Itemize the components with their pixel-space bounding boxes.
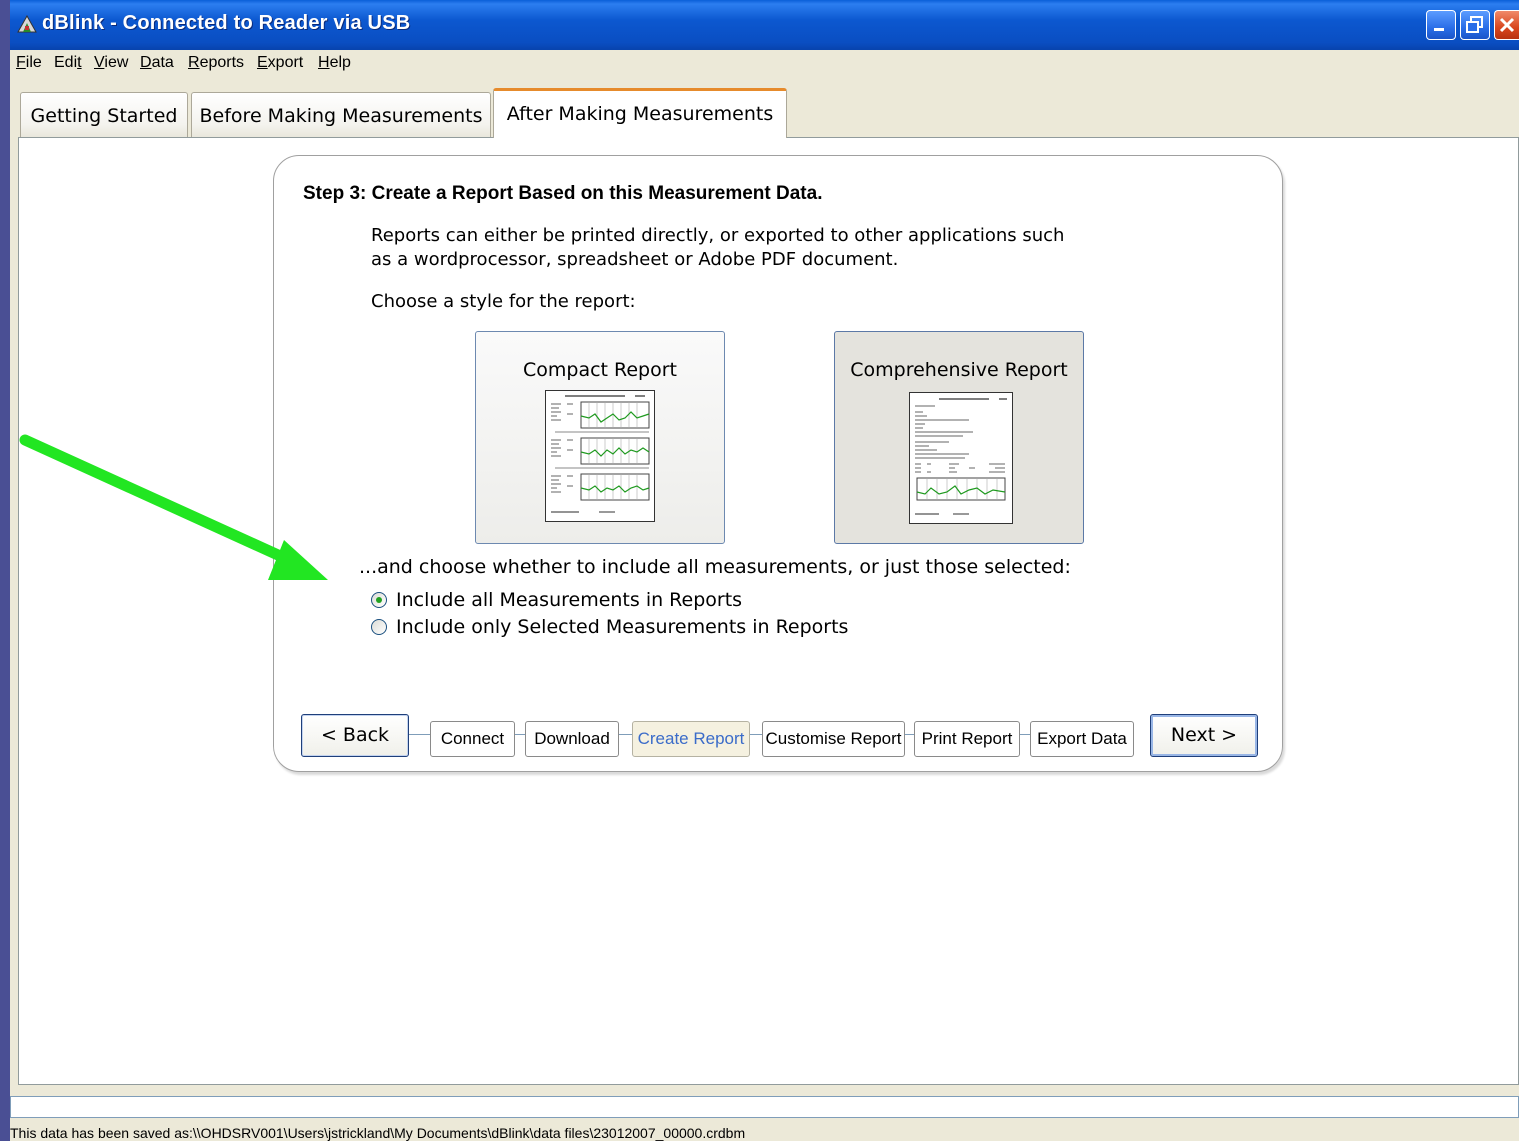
step-description: Reports can either be printed directly, …	[371, 224, 1191, 272]
include-prompt: ...and choose whether to include all mea…	[359, 556, 1071, 578]
choose-style-label: Choose a style for the report:	[371, 291, 636, 312]
radio-checked-icon[interactable]	[371, 592, 387, 608]
compact-report-label: Compact Report	[522, 359, 678, 381]
close-button[interactable]	[1494, 10, 1519, 40]
status-field	[10, 1096, 1519, 1118]
step-create-report-button[interactable]: Create Report	[632, 721, 750, 757]
comprehensive-report-thumbnail-icon	[909, 392, 1013, 524]
step-customise-report-button[interactable]: Customise Report	[762, 721, 905, 757]
compact-report-thumbnail-icon	[545, 390, 655, 522]
comprehensive-report-label: Comprehensive Report	[850, 359, 1068, 381]
comprehensive-report-button[interactable]: Comprehensive Report	[834, 331, 1084, 544]
tab-after-making-measurements[interactable]: After Making Measurements	[493, 88, 787, 138]
radio-unchecked-icon[interactable]	[371, 619, 387, 635]
maximize-icon	[1466, 16, 1483, 33]
close-icon	[1499, 17, 1515, 33]
minimize-icon	[1434, 28, 1444, 31]
next-button[interactable]: Next >	[1150, 714, 1258, 757]
annotation-arrow-icon	[19, 434, 328, 580]
back-button[interactable]: < Back	[301, 714, 409, 757]
step-title: Step 3: Create a Report Based on this Me…	[303, 183, 823, 204]
step-print-report-button[interactable]: Print Report	[914, 721, 1020, 757]
include-all-label: Include all Measurements in Reports	[396, 589, 743, 611]
step-download-button[interactable]: Download	[525, 721, 619, 757]
step-connect-button[interactable]: Connect	[430, 721, 515, 757]
compact-report-button[interactable]: Compact Report	[475, 331, 725, 544]
step-export-data-button[interactable]: Export Data	[1030, 721, 1134, 757]
saved-path-status: This data has been saved as:\\OHDSRV001\…	[10, 1125, 746, 1141]
step-card: Step 3: Create a Report Based on this Me…	[273, 155, 1283, 772]
wizard-navigation: < Back Connect Download Create Report Cu…	[274, 711, 1284, 761]
tab-label: After Making Measurements	[506, 103, 774, 125]
description-line: Reports can either be printed directly, …	[371, 225, 1065, 246]
include-selected-label: Include only Selected Measurements in Re…	[396, 616, 849, 638]
minimize-button[interactable]	[1426, 10, 1456, 40]
description-line: as a wordprocessor, spreadsheet or Adobe…	[371, 249, 899, 270]
maximize-button[interactable]	[1460, 10, 1490, 40]
